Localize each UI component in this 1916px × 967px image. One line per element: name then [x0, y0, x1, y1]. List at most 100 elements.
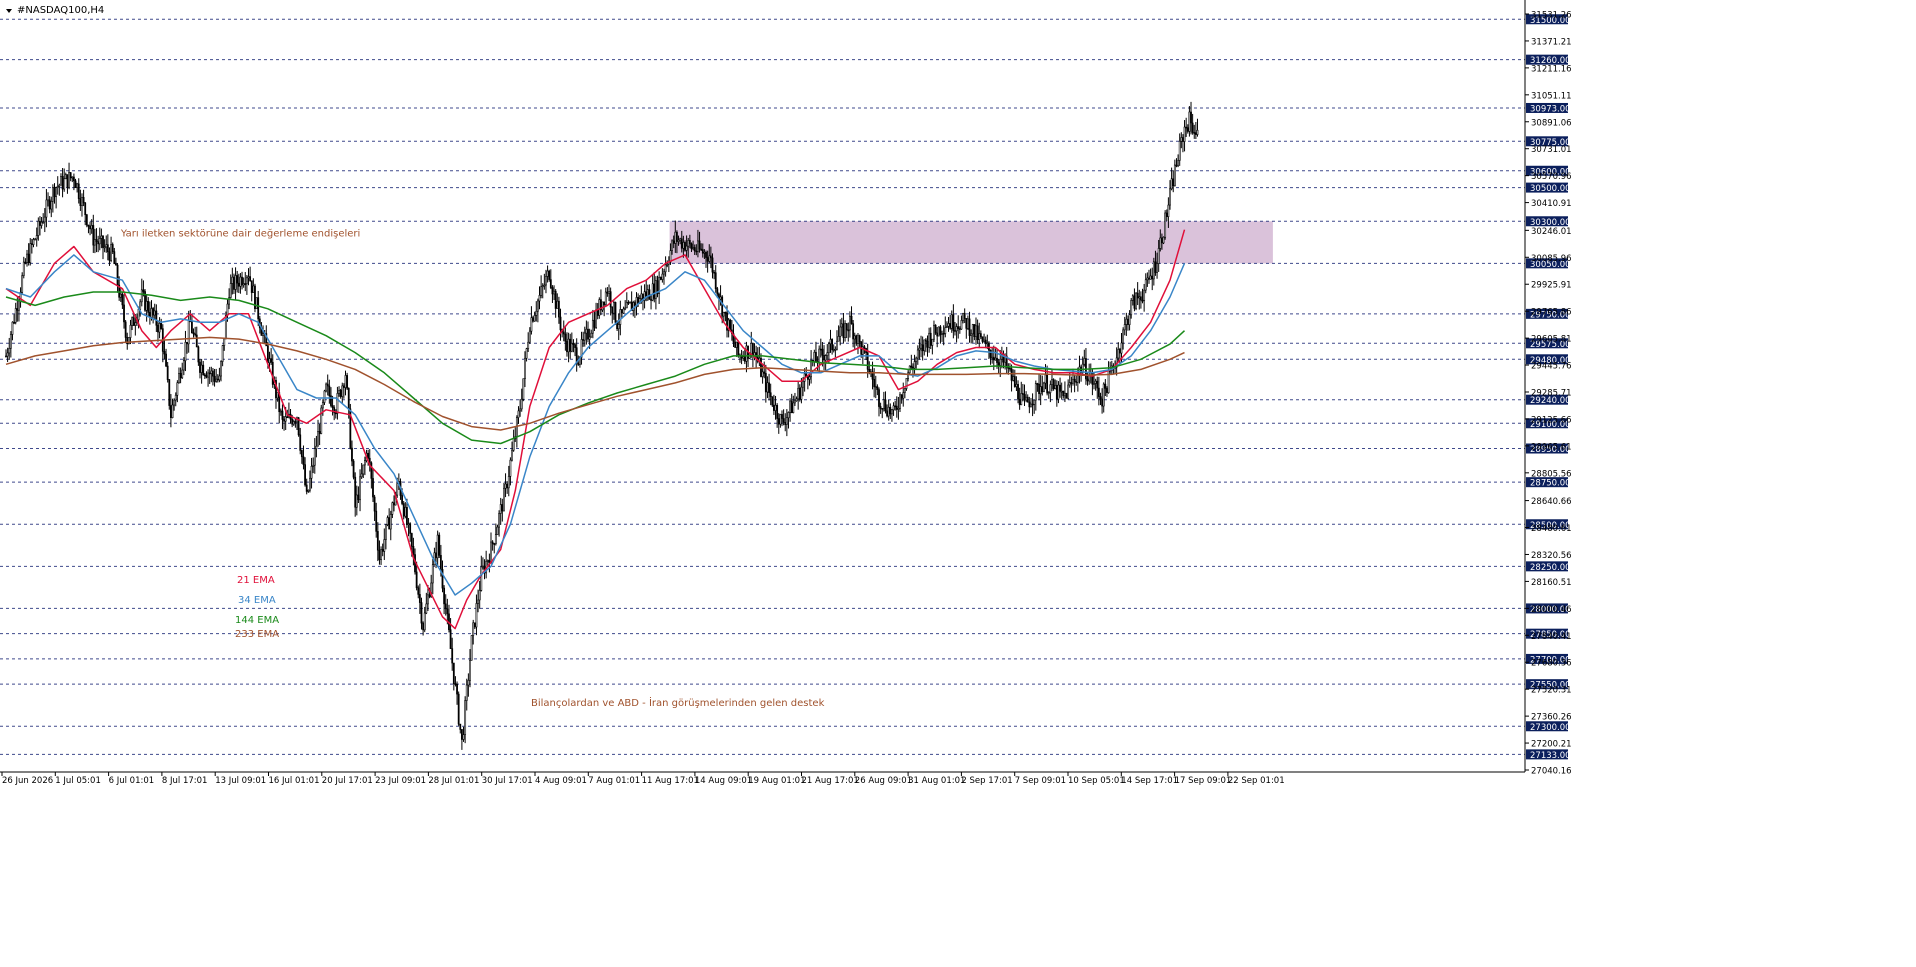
time-tick-label: 8 Jul 17:01 [162, 776, 208, 786]
candle-body [1130, 300, 1133, 316]
candle-body [679, 238, 682, 241]
candle-body [612, 302, 615, 314]
candle-body [351, 447, 353, 462]
candle-body [1152, 261, 1155, 280]
time-tick-label: 1 Jul 05:01 [55, 776, 101, 786]
candle-body [661, 273, 664, 280]
candle-body [648, 289, 651, 300]
time-tick-label: 17 Sep 09:01 [1175, 776, 1232, 786]
candle-body [967, 318, 969, 329]
candle-body [933, 324, 935, 340]
chart-annotation-text[interactable]: Yarı iletken sektörüne dair değerleme en… [120, 227, 360, 239]
candle-body [525, 348, 528, 359]
candle-body [1162, 236, 1165, 244]
candle-body [1161, 237, 1163, 244]
candle-body [1193, 132, 1196, 134]
candle-body [958, 328, 961, 330]
candle-body [344, 375, 347, 388]
candle-body [737, 341, 740, 356]
candle-body [357, 494, 360, 501]
candle-body [250, 280, 253, 293]
legend-ema34-label[interactable]: 34 EMA [238, 595, 276, 606]
price-tick-label: 29445.76 [1531, 362, 1572, 372]
level-price-label: 30973.00 [1530, 104, 1571, 114]
candle-body [992, 356, 995, 361]
candle-body [85, 214, 88, 226]
candle-body [352, 460, 355, 478]
candle-body [937, 326, 940, 337]
candle-body [876, 386, 879, 390]
candle-body [402, 503, 405, 517]
candle-body [700, 248, 703, 251]
candle-body [239, 276, 242, 287]
candle-body [208, 372, 211, 375]
candle-body [805, 373, 808, 377]
time-tick-label: 22 Sep 01:01 [1228, 776, 1285, 786]
candle-body [1030, 403, 1032, 408]
candle-body [743, 356, 746, 362]
candle-body [593, 319, 596, 328]
candle-body [1086, 378, 1089, 382]
legend-ema21-label[interactable]: 21 EMA [237, 575, 275, 586]
candle-body [326, 383, 329, 387]
candle-body [82, 197, 85, 204]
candle-body [102, 235, 104, 248]
candle-body [903, 388, 906, 393]
candle-body [321, 402, 324, 409]
candle-body [716, 288, 719, 295]
price-tick-label: 31211.16 [1531, 64, 1572, 74]
candle-body [588, 336, 591, 340]
candle-body [818, 348, 821, 364]
candle-body [944, 327, 947, 334]
legend-ema144-label[interactable]: 144 EMA [235, 615, 279, 626]
legend-ema233-label[interactable]: 233 EMA [235, 629, 279, 640]
candle-body [766, 382, 769, 393]
candle-body [981, 336, 984, 342]
level-price-label: 30500.00 [1530, 184, 1571, 194]
candle-body [8, 348, 11, 354]
candle-body [1052, 379, 1055, 389]
price-tick-label: 29925.91 [1531, 281, 1572, 291]
candle-body [868, 369, 871, 373]
candle-body [921, 344, 924, 352]
chart-annotation-text[interactable]: Bilançolardan ve ABD - İran görüşmelerin… [531, 696, 825, 709]
candle-body [564, 333, 567, 342]
candle-body [423, 612, 426, 631]
candle-body [501, 504, 504, 512]
candle-body [491, 541, 494, 544]
candle-body [213, 375, 216, 382]
candle-body [475, 603, 478, 628]
candle-body [245, 277, 248, 285]
candle-body [375, 510, 378, 532]
candle-body [808, 376, 811, 380]
candle-body [313, 448, 316, 466]
candle-body [58, 184, 61, 187]
candle-body [970, 333, 973, 336]
chart-svg: 31500.0031260.0030973.0030775.0030600.00… [0, 0, 1916, 963]
candle-body [850, 315, 853, 325]
candle-body [454, 683, 457, 685]
candle-body [1148, 277, 1150, 280]
resistance-zone-rectangle[interactable] [669, 221, 1273, 264]
candle-body [536, 300, 539, 312]
candle-body [842, 323, 845, 338]
candle-body [115, 263, 117, 266]
candle-body [1123, 324, 1126, 331]
candle-body [829, 339, 832, 345]
candle-body [524, 357, 526, 380]
candle-body [873, 378, 876, 388]
price-tick-label: 31371.21 [1531, 37, 1572, 47]
candle-body [606, 291, 609, 294]
candle-body [284, 416, 287, 422]
candle-body [528, 330, 531, 343]
candle-body [409, 523, 412, 534]
candle-body [751, 343, 754, 357]
candle-body [1065, 392, 1068, 399]
candle-body [1038, 383, 1040, 395]
candle-body [462, 734, 465, 740]
candle-body [761, 371, 764, 377]
candle-body [899, 394, 901, 409]
time-tick-label: 14 Sep 17:01 [1121, 776, 1178, 786]
candle-body [676, 231, 678, 242]
candle-body [242, 283, 245, 286]
